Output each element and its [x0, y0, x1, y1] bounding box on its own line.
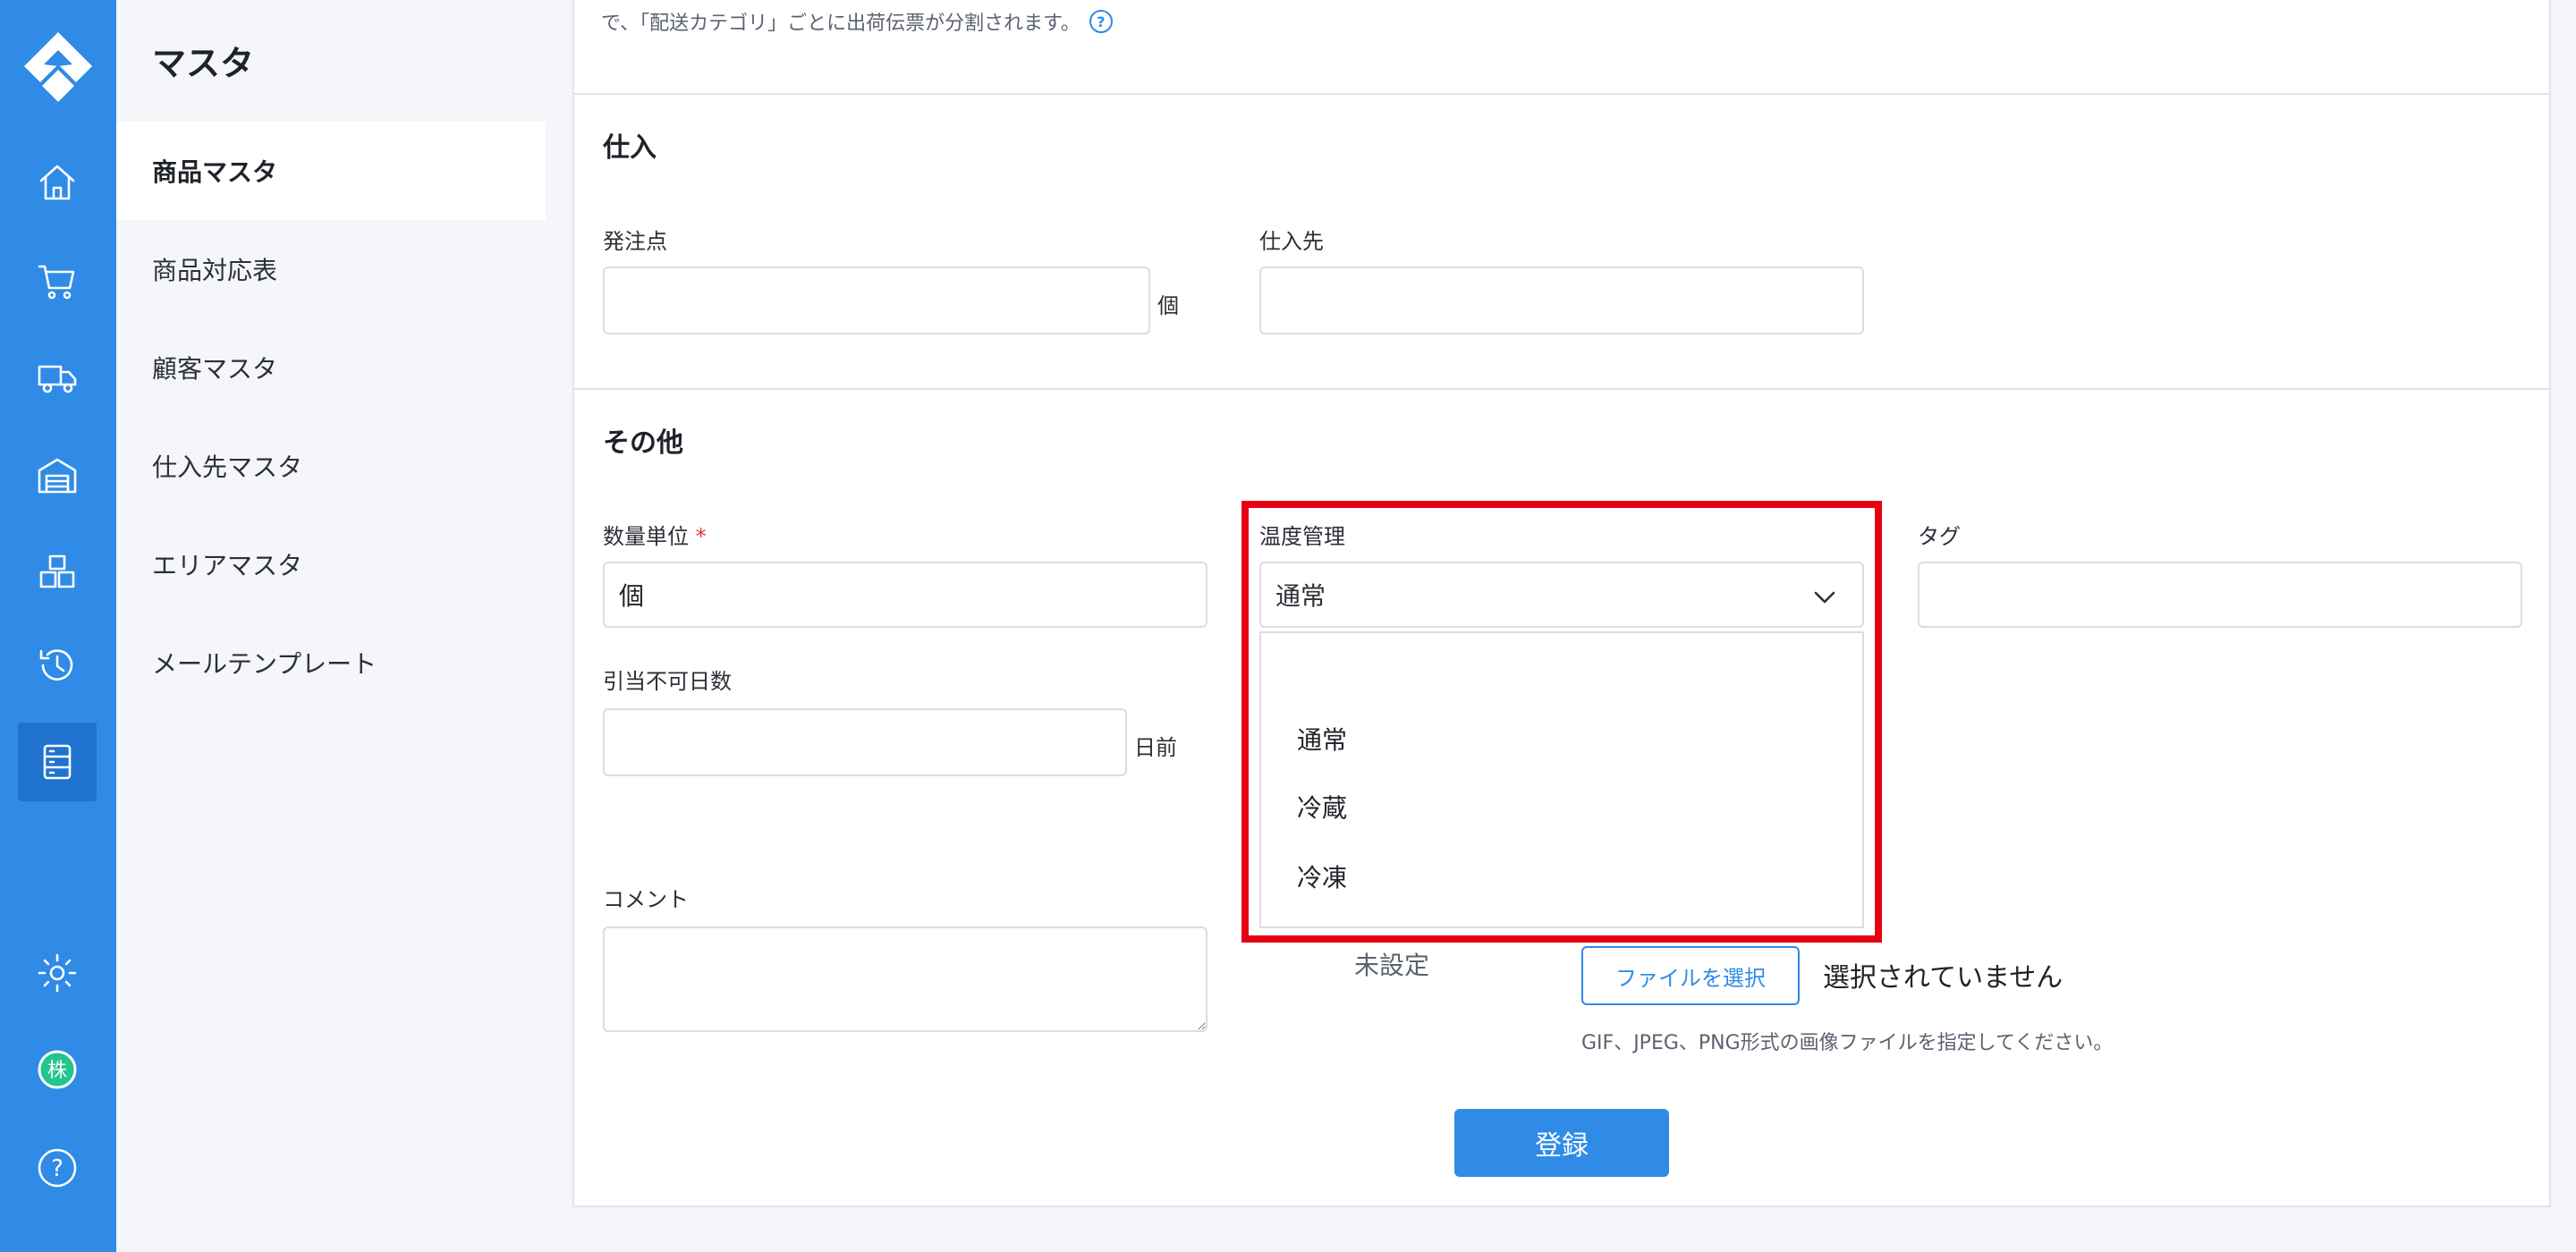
quantity-unit-input[interactable]: [603, 562, 1208, 628]
no-allocation-days-label: 引当不可日数: [603, 669, 732, 694]
sidebar-title: マスタ: [152, 44, 255, 83]
temperature-option-normal[interactable]: 通常: [1297, 721, 1347, 757]
register-button[interactable]: 登録: [1454, 1109, 1669, 1177]
sidebar-item-customer-master[interactable]: 顧客マスタ: [116, 318, 546, 417]
divider: [574, 93, 2549, 95]
sidebar-item-supplier-master[interactable]: 仕入先マスタ: [116, 417, 546, 515]
home-icon[interactable]: [18, 143, 97, 222]
quantity-unit-label: 数量単位 *: [603, 524, 707, 549]
temperature-select[interactable]: 通常: [1259, 562, 1864, 628]
intro-text: で、「配送カテゴリ」ごとに出荷伝票が分割されます。: [601, 13, 1080, 35]
file-hint-text: GIF、JPEG、PNG形式の画像ファイルを指定してください。: [1581, 1032, 2114, 1054]
history-icon[interactable]: [18, 626, 97, 705]
required-mark: *: [695, 524, 707, 549]
reorder-point-input[interactable]: [603, 266, 1150, 334]
file-status-text: 選択されていません: [1823, 962, 2063, 994]
master-list-icon[interactable]: [18, 723, 97, 801]
sidebar-item-area-master[interactable]: エリアマスタ: [116, 515, 546, 613]
no-allocation-days-input[interactable]: [603, 708, 1127, 776]
image-status-text: 未設定: [1354, 951, 1430, 980]
temperature-dropdown-menu: 通常 冷蔵 冷凍: [1259, 631, 1864, 928]
temperature-label: 温度管理: [1259, 524, 1345, 549]
svg-text:株: 株: [47, 1060, 67, 1082]
app-logo-icon[interactable]: [22, 30, 94, 102]
company-badge-icon[interactable]: 株: [18, 1030, 97, 1109]
help-icon[interactable]: ?: [1089, 10, 1113, 33]
supplier-input[interactable]: [1259, 266, 1864, 334]
product-form: で、「配送カテゴリ」ごとに出荷伝票が分割されます。 ? 仕入 発注点 個 仕入先…: [572, 0, 2551, 1207]
warehouse-icon[interactable]: [18, 436, 97, 515]
truck-icon[interactable]: [18, 338, 97, 417]
tag-label: タグ: [1918, 524, 1961, 549]
intro-text-row: で、「配送カテゴリ」ごとに出荷伝票が分割されます。 ?: [601, 7, 1113, 36]
comment-textarea[interactable]: [603, 926, 1208, 1032]
cart-icon[interactable]: [18, 241, 97, 320]
boxes-icon[interactable]: [18, 533, 97, 612]
section-title-other: その他: [603, 427, 683, 459]
sidebar-item-mail-template[interactable]: メールテンプレート: [116, 613, 546, 712]
tag-input[interactable]: [1918, 562, 2522, 628]
icon-rail: 株 ?: [0, 0, 116, 1252]
help-icon[interactable]: ?: [18, 1129, 97, 1207]
no-allocation-days-unit: 日前: [1134, 735, 1177, 760]
gear-icon[interactable]: [18, 934, 97, 1012]
sidebar-item-product-master[interactable]: 商品マスタ: [116, 122, 546, 220]
reorder-point-label: 発注点: [603, 229, 667, 254]
reorder-point-unit: 個: [1157, 293, 1179, 318]
sidebar-item-product-mapping[interactable]: 商品対応表: [116, 220, 546, 318]
temperature-option-chilled[interactable]: 冷蔵: [1297, 789, 1347, 825]
svg-text:?: ?: [51, 1155, 64, 1182]
section-title-purchase: 仕入: [603, 132, 657, 164]
divider: [574, 388, 2549, 390]
choose-file-button[interactable]: ファイルを選択: [1581, 946, 1800, 1005]
master-sidebar: マスタ 商品マスタ 商品対応表 顧客マスタ 仕入先マスタ エリアマスタ メールテ…: [116, 0, 546, 1252]
comment-label: コメント: [603, 887, 689, 912]
temperature-option-frozen[interactable]: 冷凍: [1297, 859, 1347, 894]
supplier-label: 仕入先: [1259, 229, 1324, 254]
temperature-selected-value: 通常: [1275, 581, 1326, 611]
sidebar-menu: 商品マスタ 商品対応表 顧客マスタ 仕入先マスタ エリアマスタ メールテンプレー…: [116, 122, 546, 712]
chevron-down-icon: [1814, 591, 1835, 604]
